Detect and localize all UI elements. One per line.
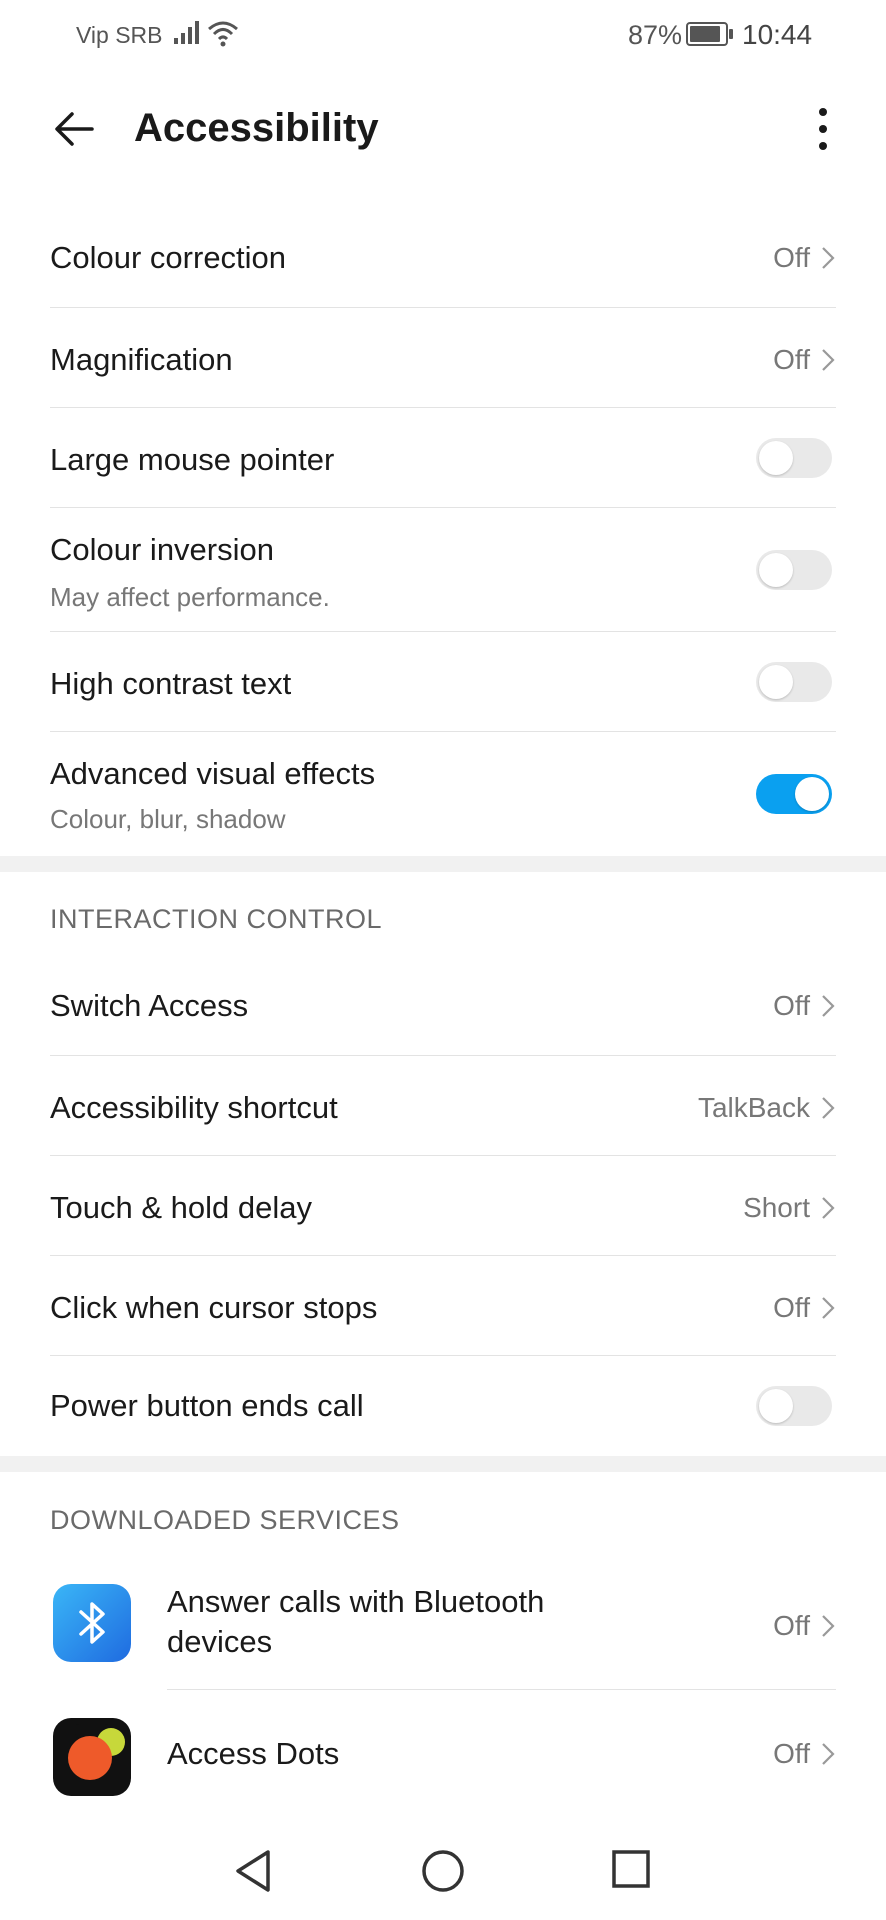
chevron-right-icon [822,995,835,1017]
row-label: Magnification [50,342,233,377]
settings-row-accessibility-shortcut[interactable]: Accessibility shortcut TalkBack [50,1056,836,1156]
advanced-visual-effects-toggle[interactable] [756,774,832,814]
row-value: Off [773,1610,836,1642]
row-label: Touch & hold delay [50,1190,312,1225]
row-label: Accessibility shortcut [50,1090,338,1125]
settings-row-click-when-cursor-stops[interactable]: Click when cursor stops Off [50,1256,836,1356]
more-vertical-icon[interactable] [808,104,838,154]
access-dots-glyph [68,1724,125,1780]
settings-row-colour-correction[interactable]: Colour correction Off [50,210,836,308]
colour-inversion-toggle[interactable] [756,550,832,590]
chevron-right-icon [822,1615,835,1637]
row-value: Short [743,1192,836,1224]
settings-row-high-contrast-text: High contrast text [50,632,836,732]
row-value: TalkBack [698,1092,836,1124]
row-label: Switch Access [50,988,249,1023]
navigation-bar [0,1820,886,1920]
row-label: Colour inversion [50,532,274,567]
nav-recents-icon[interactable] [610,1848,652,1890]
section-separator [0,1456,886,1472]
row-value: Off [773,242,836,274]
settings-row-magnification[interactable]: Magnification Off [50,308,836,408]
toggle-knob [759,553,793,587]
row-label-line1: Answer calls with Bluetooth [167,1584,545,1619]
chevron-right-icon [822,1197,835,1219]
toggle-knob [759,1389,793,1423]
chevron-right-icon [822,349,835,371]
clock: 10:44 [742,19,813,50]
high-contrast-text-toggle[interactable] [756,662,832,702]
row-label: Advanced visual effects [50,756,376,791]
large-mouse-pointer-toggle[interactable] [756,438,832,478]
row-label: Large mouse pointer [50,442,335,477]
row-label: Power button ends call [50,1388,364,1423]
battery-icon [686,22,733,46]
battery-percent: 87% [628,20,683,50]
row-label: Click when cursor stops [50,1290,378,1325]
signal-icon [174,21,199,44]
section-header-downloaded-services: DOWNLOADED SERVICES [50,1505,400,1535]
row-label: Access Dots [167,1736,340,1771]
row-label: High contrast text [50,666,292,701]
bluetooth-glyph [79,1602,105,1644]
settings-row-touch-hold-delay[interactable]: Touch & hold delay Short [50,1156,836,1256]
nav-back-icon[interactable] [232,1848,276,1894]
settings-row-large-mouse-pointer: Large mouse pointer [50,408,836,508]
row-subtitle: May affect performance. [50,582,330,612]
row-label-line2: devices [167,1624,273,1659]
app-bar: Accessibility [0,80,886,180]
service-row-access-dots[interactable]: Access Dots Off [167,1690,836,1820]
chevron-right-icon [822,1297,835,1319]
toggle-knob [759,441,793,475]
toggle-knob [759,665,793,699]
wifi-icon [208,21,238,47]
row-value: Off [773,1738,836,1770]
power-button-ends-call-toggle[interactable] [756,1386,832,1426]
row-value: Off [773,1292,836,1324]
section-header-interaction-control: INTERACTION CONTROL [50,904,383,934]
back-arrow-icon[interactable] [50,104,100,154]
nav-home-icon[interactable] [420,1848,466,1894]
settings-row-power-button-ends-call: Power button ends call [50,1356,836,1456]
row-value: Off [773,344,836,376]
settings-row-colour-inversion: Colour inversion May affect performance. [50,508,836,632]
access-dots-icon [53,1718,131,1796]
settings-row-advanced-visual-effects: Advanced visual effects Colour, blur, sh… [50,732,836,854]
row-label: Colour correction [50,240,287,275]
chevron-right-icon [822,1743,835,1765]
row-value: Off [773,990,836,1022]
chevron-right-icon [822,1097,835,1119]
toggle-knob [795,777,829,811]
status-bar: Vip SRB 87% 10:44 [0,0,886,70]
chevron-right-icon [822,247,835,269]
settings-row-switch-access[interactable]: Switch Access Off [50,956,836,1056]
service-row-answer-calls-bluetooth[interactable]: Answer calls with Bluetooth devices Off [167,1570,836,1690]
bluetooth-icon [53,1584,131,1662]
carrier-name: Vip SRB [76,22,163,48]
row-subtitle: Colour, blur, shadow [50,804,286,834]
section-separator [0,856,886,872]
page-title: Accessibility [134,106,379,150]
